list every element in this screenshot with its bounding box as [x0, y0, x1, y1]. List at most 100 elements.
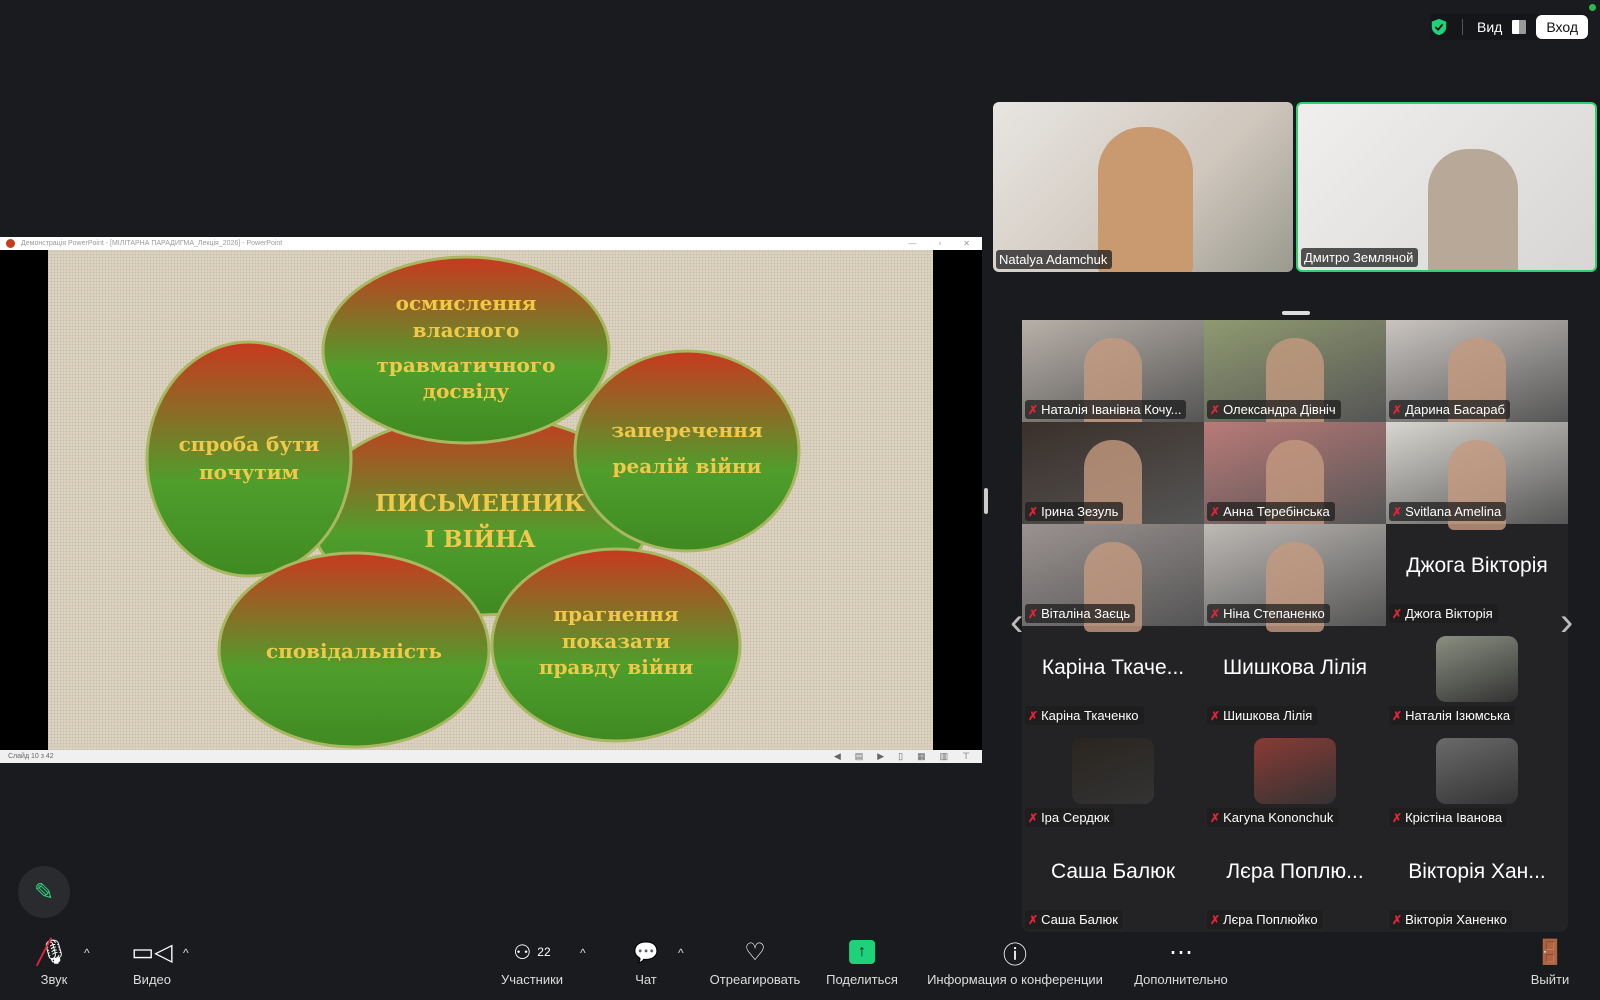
participant-tile[interactable]: Саша Балюк ✗ Саша Балюк [1022, 830, 1204, 932]
participants-label: Участники [500, 972, 564, 987]
slideshow-icon[interactable]: ⊤ [962, 751, 970, 762]
participant-tile[interactable]: ✗ Дарина Басараб [1386, 320, 1568, 428]
participant-display-name: Шишкова Лілія [1222, 656, 1368, 679]
participant-display-name: Саша Балюк [1050, 860, 1176, 883]
reading-view-icon[interactable]: ▥ [940, 751, 949, 762]
muted-mic-icon: ✗ [1210, 402, 1221, 417]
diagram-text: сповідальність [266, 639, 442, 663]
diagram-ellipse-left [145, 340, 353, 578]
participants-options-caret[interactable]: ^ [580, 946, 586, 960]
participant-name-text: Анна Теребінська [1223, 504, 1330, 519]
window-title: Демонстрація PowerPoint - [МІЛІТАРНА ПАР… [21, 240, 283, 247]
participant-name-text: Лєра Поплюйко [1223, 912, 1318, 927]
speaker-tile[interactable]: Natalya Adamchuk [993, 102, 1293, 272]
login-button[interactable]: Вход [1536, 15, 1588, 39]
participant-name: ✗ Svitlana Amelina [1389, 502, 1507, 521]
minimize-icon[interactable]: — [908, 239, 916, 248]
annotate-button[interactable]: ✎ [18, 866, 70, 918]
video-options-caret[interactable]: ^ [183, 946, 189, 960]
gallery-prev-arrow[interactable]: ‹ [1010, 600, 1023, 645]
participant-name-text: Джога Вікторія [1405, 606, 1493, 621]
chat-icon: 💬 [633, 941, 659, 964]
view-button[interactable]: Вид [1477, 19, 1502, 35]
diagram-text: І ВІЙНА [424, 524, 535, 553]
muted-mic-icon: ✗ [1392, 912, 1403, 927]
react-label: Отреагировать [709, 972, 801, 987]
participant-tile[interactable]: ✗ Крістіна Іванова [1386, 728, 1568, 830]
participant-tile[interactable]: ✗ Анна Теребінська [1204, 422, 1386, 530]
diagram-text: реалій війни [613, 454, 762, 478]
chat-options-caret[interactable]: ^ [678, 946, 684, 960]
participant-name: ✗ Шишкова Лілія [1207, 706, 1318, 725]
heart-icon: ♡ [744, 938, 766, 966]
chat-label: Чат [635, 972, 657, 987]
diagram-text: заперечення [611, 418, 762, 442]
video-camera-icon: ▭◁ [131, 938, 173, 966]
participant-tile[interactable]: Лєра Поплю... ✗ Лєра Поплюйко [1204, 830, 1386, 932]
more-button[interactable]: ⋯ Дополнительно [1134, 932, 1228, 988]
participant-tile[interactable]: Джога Вікторія ✗ Джога Вікторія [1386, 524, 1568, 626]
normal-view-icon[interactable]: ▯ [898, 751, 903, 762]
react-button[interactable]: ♡ Отреагировать [709, 932, 801, 988]
leave-button[interactable]: 🚪 Выйти [1531, 932, 1570, 988]
participant-avatar [1072, 738, 1154, 804]
prev-slide-icon[interactable]: ◀ [834, 751, 841, 762]
participant-tile[interactable]: ✗ Ірина Зезуль [1022, 422, 1204, 530]
participant-name: ✗ Олександра Дівніч [1207, 400, 1341, 419]
meeting-info-button[interactable]: ⓘ Информация о конференции [927, 932, 1103, 988]
audio-button[interactable]: 🎙 ╱ Звук [37, 932, 69, 988]
share-label: Поделиться [826, 972, 898, 987]
participant-tile[interactable]: ✗ Kaгуna Kononchuk [1204, 728, 1386, 830]
diagram-text: правду війни [539, 655, 694, 679]
active-speaker-tile[interactable]: Дмитро Земляной [1296, 102, 1597, 272]
leave-door-icon: 🚪 [1535, 938, 1565, 966]
slide: ПИСЬМЕННИК І ВІЙНА спроба бути почутим осмис… [48, 250, 933, 750]
participant-name-text: Наталія Ізюмська [1405, 708, 1511, 723]
close-icon[interactable]: ✕ [963, 239, 970, 248]
top-bar: Вид Вход [1430, 14, 1588, 40]
participant-tile[interactable]: ✗ Наталія Ізюмська [1386, 626, 1568, 728]
participant-tile[interactable]: Каріна Ткаче... ✗ Каріна Ткаченко [1022, 626, 1204, 728]
recording-indicator-dot [1589, 4, 1596, 11]
window-titlebar: Демонстрація PowerPoint - [МІЛІТАРНА ПАР… [0, 237, 982, 250]
participant-tile[interactable]: ✗ Олександра Дівніч [1204, 320, 1386, 428]
muted-mic-icon: ✗ [1028, 402, 1039, 417]
participant-tile[interactable]: ✗ Іра Сердюк [1022, 728, 1204, 830]
muted-mic-icon: ✗ [1028, 912, 1039, 927]
muted-mic-icon: ✗ [1210, 504, 1221, 519]
sorter-view-icon[interactable]: ▦ [917, 751, 926, 762]
participant-name: Дмитро Земляной [1301, 248, 1419, 267]
muted-mic-icon: ✗ [1028, 504, 1039, 519]
menu-icon[interactable]: ▤ [855, 751, 864, 762]
view-layout-icon[interactable] [1512, 20, 1527, 34]
share-button[interactable]: ↑ Поделиться [826, 932, 898, 987]
diagram-text: досвіду [423, 379, 510, 403]
participant-name-text: Вікторія Ханенко [1405, 912, 1507, 927]
diagram-text: показати [562, 629, 670, 653]
participant-tile[interactable]: ✗ Наталія Іванівна Кочу... [1022, 320, 1204, 428]
muted-mic-icon: ✗ [1392, 810, 1403, 825]
participant-name-text: Іра Сердюк [1041, 810, 1110, 825]
participant-name: Natalya Adamchuk [996, 250, 1113, 269]
chat-button[interactable]: 💬 Чат [633, 932, 659, 988]
audio-options-caret[interactable]: ^ [84, 946, 90, 960]
audio-label: Звук [40, 972, 68, 987]
participant-tile[interactable]: Шишкова Лілія ✗ Шишкова Лілія [1204, 626, 1386, 728]
video-button[interactable]: ▭◁ Видео [131, 932, 173, 988]
next-slide-icon[interactable]: ▶ [877, 751, 884, 762]
info-icon: ⓘ [1002, 941, 1027, 969]
participant-tile[interactable]: ✗ Віталіна Заєць [1022, 524, 1204, 632]
participant-tile[interactable]: Вікторія Хан... ✗ Вікторія Ханенко [1386, 830, 1568, 932]
participant-tile[interactable]: ✗ Svitlana Amelina [1386, 422, 1568, 530]
participant-name: ✗ Анна Теребінська [1207, 502, 1335, 521]
gallery-next-arrow[interactable]: › [1560, 600, 1573, 645]
participants-button[interactable]: ⚇ 22 Участники [500, 932, 564, 988]
gallery-drag-handle[interactable] [1282, 311, 1310, 315]
security-shield-icon[interactable] [1430, 18, 1448, 36]
meeting-toolbar: 🎙 ╱ Звук ^ ▭◁ Видео ^ ⚇ 22 Участники ^ 💬 Чат ^… [0, 932, 1600, 1000]
participant-tile[interactable]: ✗ Ніна Степаненко [1204, 524, 1386, 632]
maximize-icon[interactable]: ▫ [938, 239, 941, 248]
participant-name: ✗ Дарина Басараб [1389, 400, 1511, 419]
participant-display-name: Каріна Ткаче... [1041, 656, 1185, 679]
panel-resize-handle[interactable] [984, 488, 988, 514]
